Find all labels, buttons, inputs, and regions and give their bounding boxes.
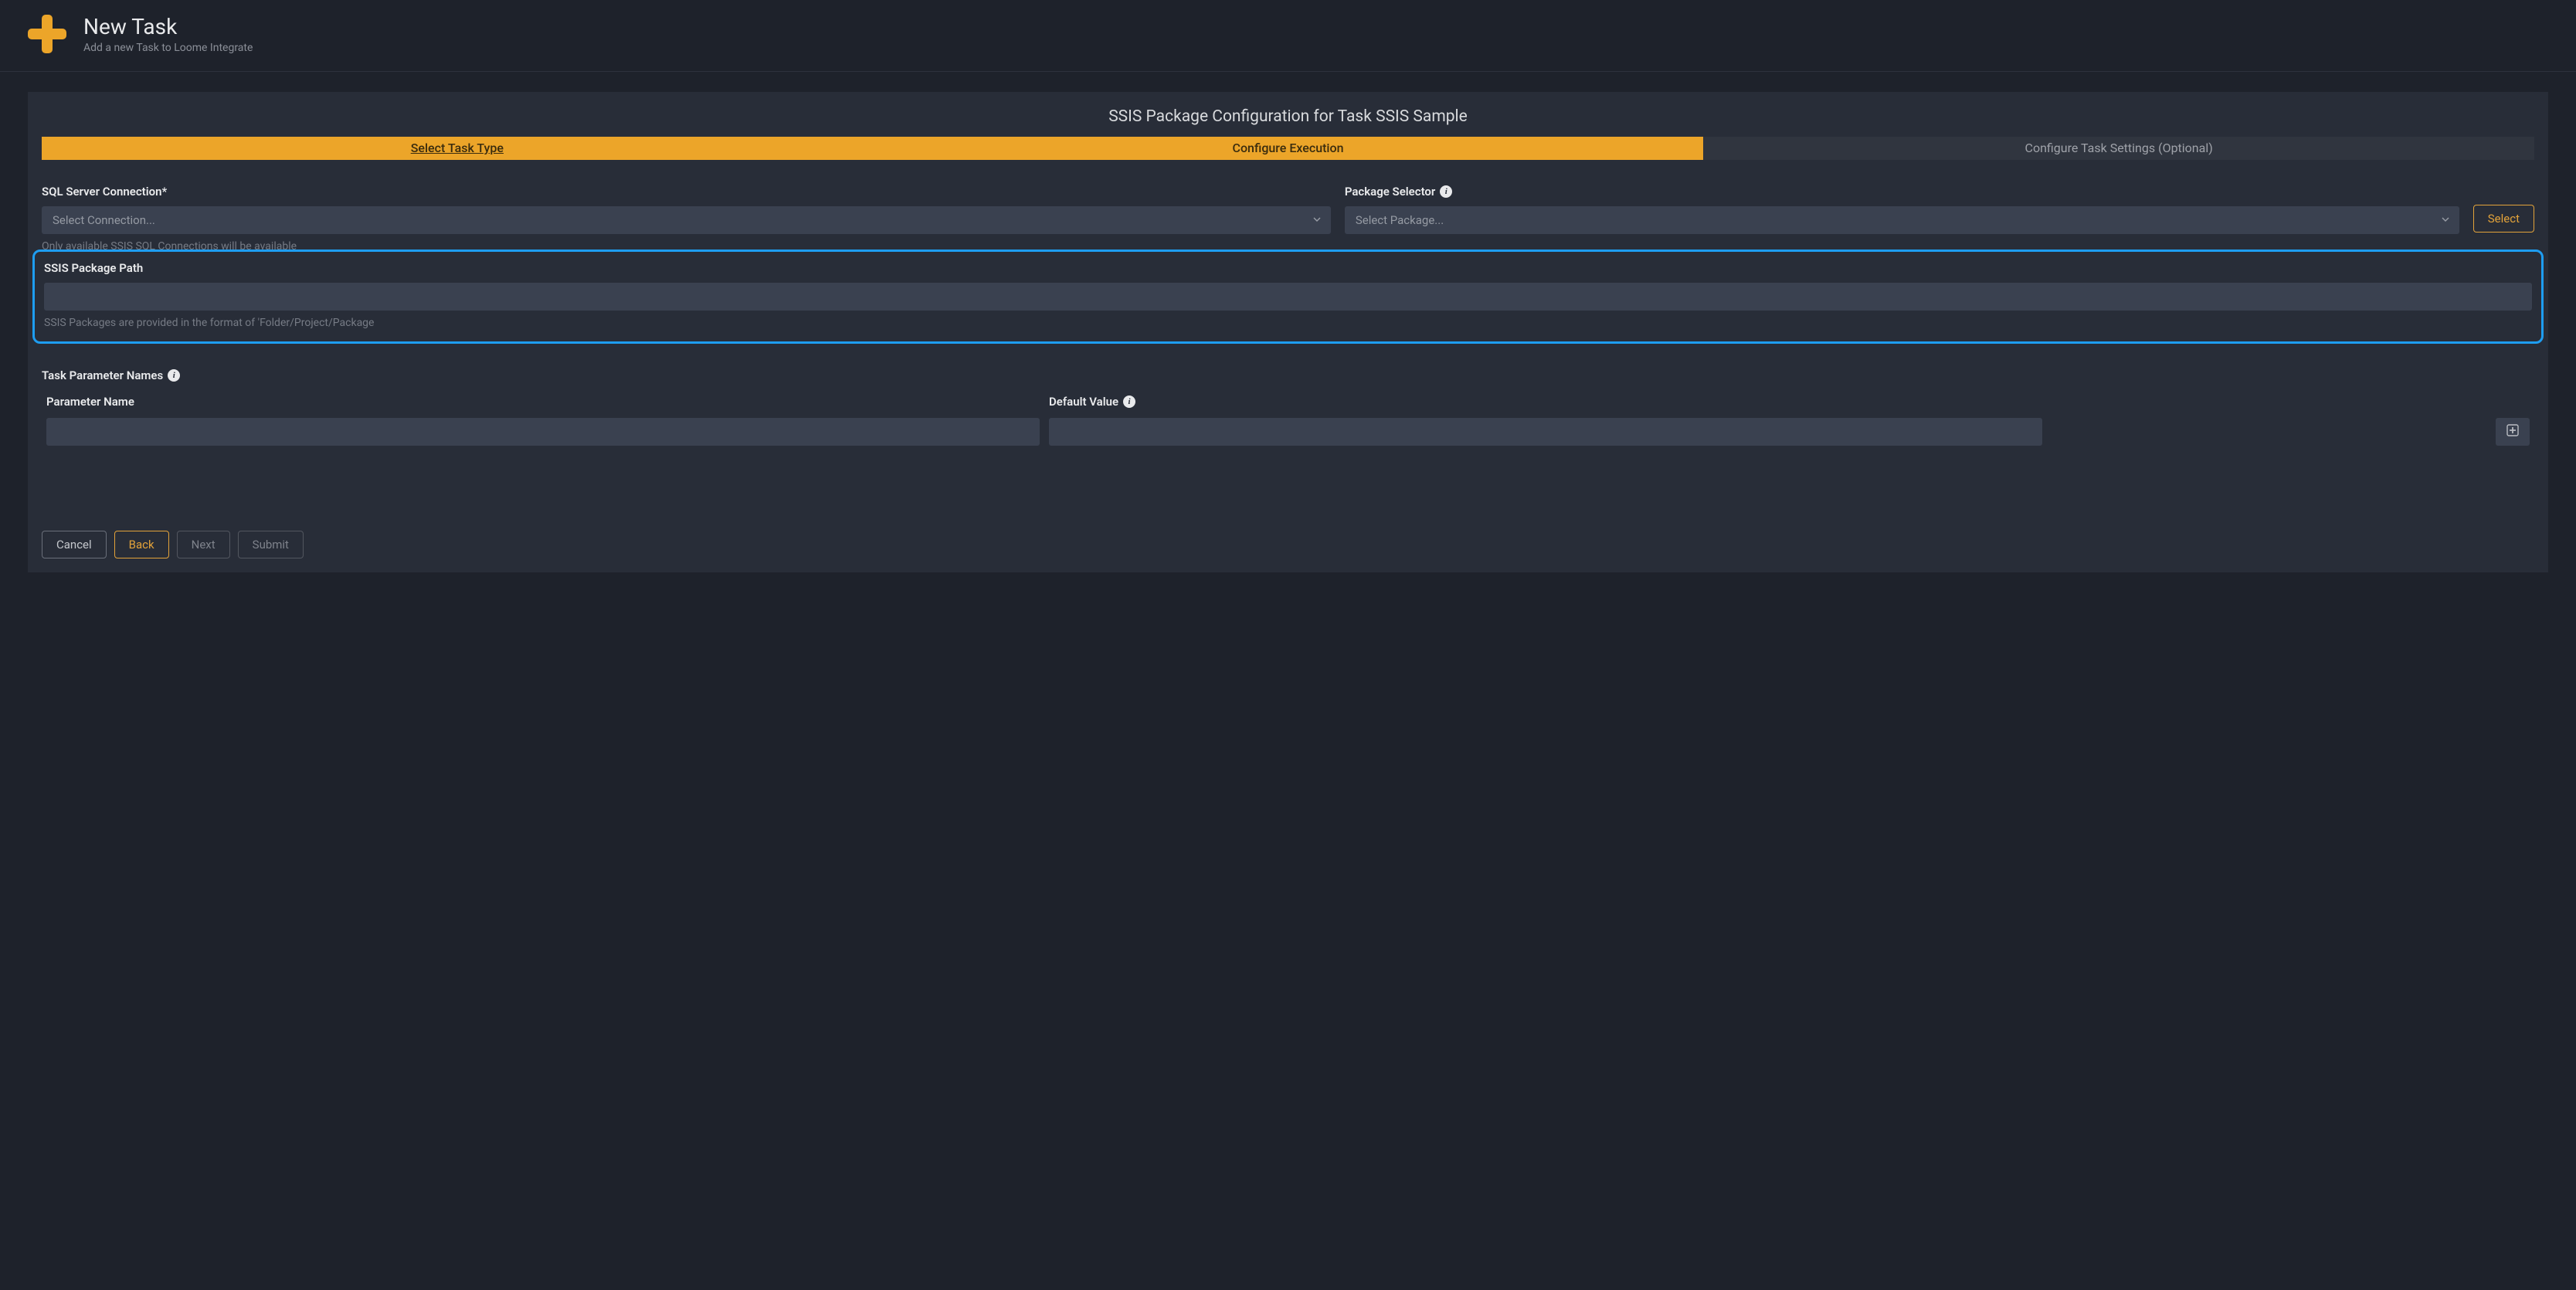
tab-label: Configure Execution: [1233, 141, 1344, 155]
task-parameter-names-label: Task Parameter Names i: [42, 368, 2534, 382]
package-selector-label: Package Selector i: [1345, 185, 2459, 199]
config-panel: SSIS Package Configuration for Task SSIS…: [28, 92, 2548, 572]
tab-select-task-type[interactable]: Select Task Type: [42, 137, 873, 160]
button-label: Cancel: [56, 538, 92, 552]
footer-buttons: Cancel Back Next Submit: [28, 531, 2548, 558]
tab-label: Select Task Type: [411, 141, 504, 155]
ssis-package-path-helper: SSIS Packages are provided in the format…: [44, 317, 2532, 329]
chevron-down-icon: [1312, 213, 1322, 227]
button-label: Back: [129, 538, 154, 552]
column-default-value: Default Value i: [1049, 395, 2042, 409]
ssis-package-path-label: SSIS Package Path: [44, 261, 2532, 275]
header-divider: [0, 71, 2576, 72]
submit-button[interactable]: Submit: [238, 531, 304, 558]
sql-connection-label: SQL Server Connection*: [42, 185, 1331, 199]
page-header: New Task Add a new Task to Loome Integra…: [0, 0, 2576, 71]
parameter-row: [42, 418, 2534, 446]
button-label: Next: [192, 538, 216, 552]
ssis-package-path-input[interactable]: [44, 283, 2532, 311]
select-placeholder: Select Package...: [1356, 213, 1444, 227]
button-label: Submit: [253, 538, 289, 552]
info-icon[interactable]: i: [1440, 185, 1452, 198]
ssis-package-path-highlight: SSIS Package Path SSIS Packages are prov…: [32, 250, 2544, 344]
label-text: Default Value: [1049, 395, 1118, 409]
package-select[interactable]: Select Package...: [1345, 206, 2459, 234]
step-tabs: Select Task Type Configure Execution Con…: [42, 137, 2534, 160]
sql-connection-select[interactable]: Select Connection...: [42, 206, 1331, 234]
page-subtitle: Add a new Task to Loome Integrate: [83, 42, 253, 54]
label-text: Package Selector: [1345, 185, 1436, 199]
parameter-table: Parameter Name Default Value i: [42, 395, 2534, 446]
cancel-button[interactable]: Cancel: [42, 531, 107, 558]
page-title: New Task: [83, 14, 253, 40]
add-parameter-button[interactable]: [2496, 418, 2530, 446]
tab-configure-execution[interactable]: Configure Execution: [873, 137, 1704, 160]
panel-title: SSIS Package Configuration for Task SSIS…: [28, 92, 2548, 137]
plus-icon: [2506, 424, 2519, 440]
select-placeholder: Select Connection...: [53, 213, 155, 227]
info-icon[interactable]: i: [1123, 395, 1135, 408]
next-button[interactable]: Next: [177, 531, 230, 558]
parameter-name-input[interactable]: [46, 418, 1040, 446]
plus-icon: [28, 15, 66, 53]
info-icon[interactable]: i: [168, 369, 180, 382]
tab-configure-task-settings[interactable]: Configure Task Settings (Optional): [1703, 137, 2534, 160]
chevron-down-icon: [2441, 213, 2450, 227]
button-label: Select: [2488, 212, 2520, 226]
back-button[interactable]: Back: [114, 531, 169, 558]
label-text: Task Parameter Names: [42, 368, 163, 382]
tab-label: Configure Task Settings (Optional): [2025, 141, 2213, 155]
select-button[interactable]: Select: [2473, 205, 2534, 233]
parameter-default-input[interactable]: [1049, 418, 2042, 446]
column-parameter-name: Parameter Name: [46, 395, 1040, 409]
